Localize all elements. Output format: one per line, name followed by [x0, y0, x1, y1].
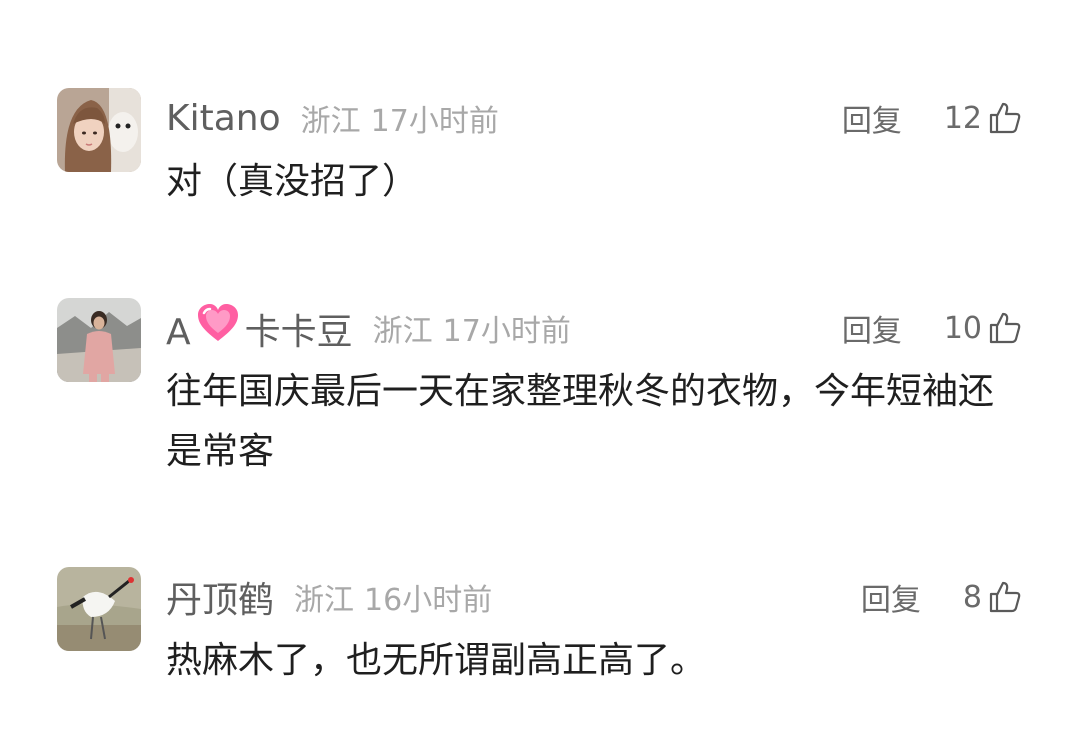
- thumbs-up-icon[interactable]: [988, 101, 1022, 135]
- thumbs-up-icon[interactable]: [988, 580, 1022, 614]
- reply-button[interactable]: 回复: [861, 575, 921, 619]
- like-count: 10: [943, 310, 982, 346]
- comment-actions: 回复 10: [842, 300, 1022, 356]
- username[interactable]: 丹顶鹤: [166, 571, 274, 623]
- avatar[interactable]: [57, 298, 141, 382]
- comment-meta: 浙江 16小时前: [294, 575, 492, 619]
- avatar[interactable]: [57, 567, 141, 651]
- timestamp: 17小时前: [442, 314, 571, 349]
- username[interactable]: Kitano: [166, 98, 281, 139]
- location: 浙江: [300, 104, 361, 139]
- location: 浙江: [372, 314, 433, 349]
- comment-text: 热麻木了，也无所谓副高正高了。: [166, 640, 707, 681]
- timestamp: 16小时前: [364, 583, 493, 618]
- comment-actions: 回复 8: [861, 569, 1022, 625]
- pink-sparkling-heart-icon: [195, 302, 241, 344]
- comment-header: 丹顶鹤 浙江 16小时前: [166, 569, 492, 625]
- avatar[interactable]: [57, 88, 141, 172]
- reply-button[interactable]: 回复: [842, 306, 902, 350]
- comment-meta: 浙江 17小时前: [301, 96, 499, 140]
- reply-button[interactable]: 回复: [842, 96, 902, 140]
- username-suffix: 卡卡豆: [244, 311, 353, 353]
- username-prefix: A: [166, 311, 191, 353]
- comment-actions: 回复 12: [842, 90, 1022, 146]
- comment-text: 对（真没招了）: [166, 161, 419, 202]
- comment-header: A 卡卡豆 浙江 17小时前: [166, 300, 571, 356]
- like-count: 12: [943, 100, 982, 136]
- location: 浙江: [294, 583, 355, 618]
- thumbs-up-icon[interactable]: [988, 311, 1022, 345]
- timestamp: 17小时前: [370, 104, 499, 139]
- username[interactable]: A 卡卡豆: [166, 302, 353, 355]
- comment-text: 往年国庆最后一天在家整理秋冬的衣物，今年短袖还是常客: [166, 371, 995, 472]
- comment-header: Kitano 浙江 17小时前: [166, 90, 499, 146]
- comment-meta: 浙江 17小时前: [373, 306, 571, 350]
- like-count: 8: [962, 579, 982, 615]
